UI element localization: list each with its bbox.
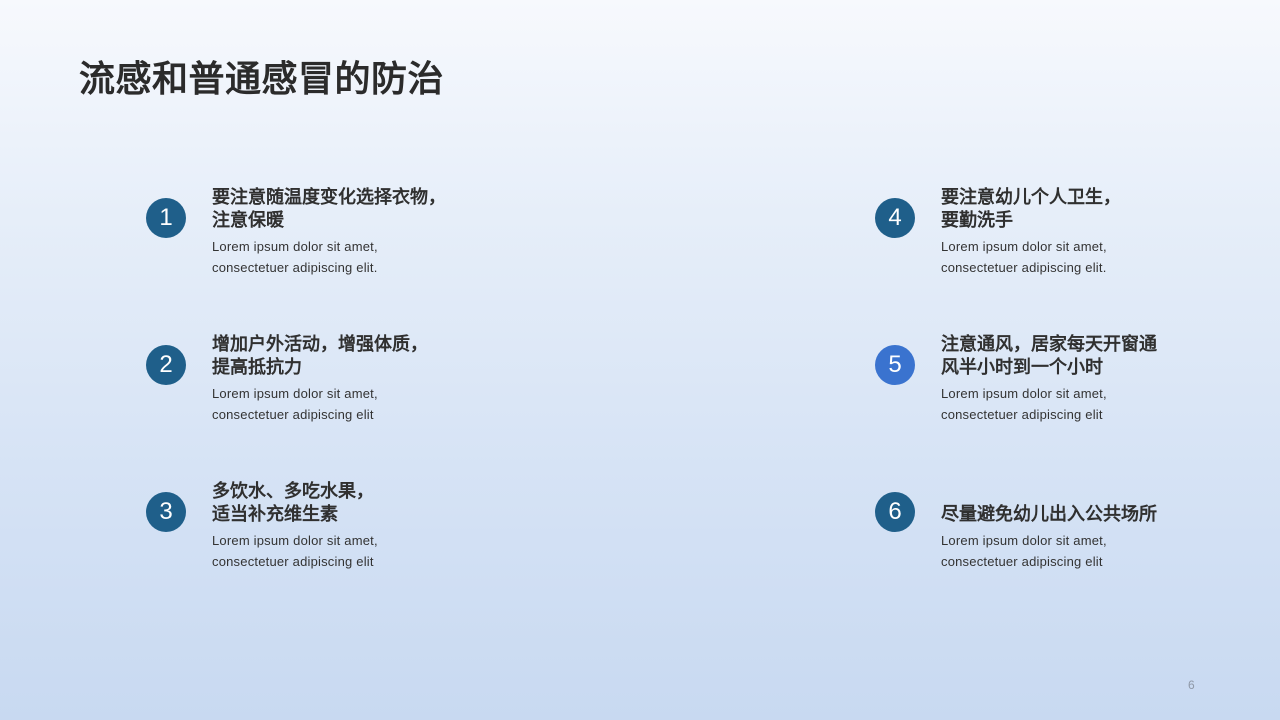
item-description-line: Lorem ipsum dolor sit amet, (212, 533, 378, 548)
item-description-2: Lorem ipsum dolor sit amet, consectetuer… (212, 383, 462, 425)
item-description-line: Lorem ipsum dolor sit amet, (212, 386, 378, 401)
item-description-line: consectetuer adipiscing elit (212, 554, 374, 569)
item-description-line: consectetuer adipiscing elit (941, 407, 1103, 422)
prevention-item-4: 4 要注意幼儿个人卫生， 要勤洗手 Lorem ipsum dolor sit … (875, 187, 1175, 316)
prevention-item-6: 6 尽量避免幼儿出入公共场所 Lorem ipsum dolor sit ame… (875, 490, 1175, 610)
item-heading-line: 风半小时到一个小时 (941, 357, 1103, 378)
item-heading-5: 注意通风，居家每天开窗通 风半小时到一个小时 (941, 331, 1181, 379)
prevention-item-5: 5 注意通风，居家每天开窗通 风半小时到一个小时 Lorem ipsum dol… (875, 334, 1175, 463)
item-heading-3: 多饮水、多吃水果， 适当补充维生素 (212, 478, 452, 526)
item-heading-6: 尽量避免幼儿出入公共场所 (941, 478, 1181, 526)
item-heading-1: 要注意随温度变化选择衣物， 注意保暖 (212, 184, 452, 232)
item-heading-line: 要勤洗手 (941, 210, 1013, 231)
item-heading-2: 增加户外活动，增强体质， 提高抵抗力 (212, 331, 452, 379)
prevention-item-2: 2 增加户外活动，增强体质， 提高抵抗力 Lorem ipsum dolor s… (146, 334, 446, 463)
prevention-item-3: 3 多饮水、多吃水果， 适当补充维生素 Lorem ipsum dolor si… (146, 481, 446, 610)
number-badge-1: 1 (146, 198, 186, 238)
item-heading-line: 注意通风，居家每天开窗通 (941, 334, 1157, 355)
item-heading-line: 尽量避免幼儿出入公共场所 (941, 504, 1157, 525)
number-badge-4: 4 (875, 198, 915, 238)
item-heading-line: 提高抵抗力 (212, 357, 302, 378)
item-description-5: Lorem ipsum dolor sit amet, consectetuer… (941, 383, 1191, 425)
item-heading-line: 要注意幼儿个人卫生， (941, 187, 1121, 208)
item-heading-line: 多饮水、多吃水果， (212, 481, 374, 502)
prevention-item-1: 1 要注意随温度变化选择衣物， 注意保暖 Lorem ipsum dolor s… (146, 187, 446, 316)
item-description-line: consectetuer adipiscing elit (212, 407, 374, 422)
item-description-line: consectetuer adipiscing elit (941, 554, 1103, 569)
item-heading-line: 要注意随温度变化选择衣物， (212, 187, 446, 208)
item-description-line: consectetuer adipiscing elit. (212, 260, 378, 275)
item-heading-line: 注意保暖 (212, 210, 284, 231)
number-badge-3: 3 (146, 492, 186, 532)
item-description-line: Lorem ipsum dolor sit amet, (941, 386, 1107, 401)
number-badge-6: 6 (875, 492, 915, 532)
item-heading-line: 适当补充维生素 (212, 504, 338, 525)
item-heading-line: 增加户外活动，增强体质， (212, 334, 428, 355)
item-description-6: Lorem ipsum dolor sit amet, consectetuer… (941, 530, 1191, 572)
item-description-line: consectetuer adipiscing elit. (941, 260, 1107, 275)
item-description-4: Lorem ipsum dolor sit amet, consectetuer… (941, 236, 1191, 278)
item-heading-4: 要注意幼儿个人卫生， 要勤洗手 (941, 184, 1181, 232)
slide-title: 流感和普通感冒的防治 (79, 59, 445, 100)
page-number: 6 (1188, 678, 1195, 692)
item-description-1: Lorem ipsum dolor sit amet, consectetuer… (212, 236, 462, 278)
number-badge-5: 5 (875, 345, 915, 385)
number-badge-2: 2 (146, 345, 186, 385)
item-description-line: Lorem ipsum dolor sit amet, (212, 239, 378, 254)
item-description-line: Lorem ipsum dolor sit amet, (941, 239, 1107, 254)
item-description-3: Lorem ipsum dolor sit amet, consectetuer… (212, 530, 462, 572)
item-description-line: Lorem ipsum dolor sit amet, (941, 533, 1107, 548)
